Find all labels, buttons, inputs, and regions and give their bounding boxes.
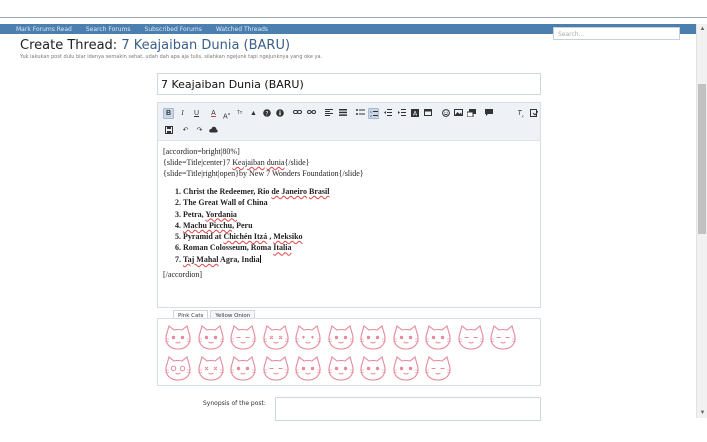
list-item: The Great Wall of China: [183, 197, 533, 208]
bold-icon[interactable]: B: [163, 108, 174, 119]
warning-icon[interactable]: ▲: [248, 108, 259, 119]
slide-line-1: {slide=Title|center}7 Keajaiban dunia{/s…: [163, 158, 310, 167]
spellcheck-icon[interactable]: [528, 108, 539, 119]
synopsis-input[interactable]: [275, 397, 541, 421]
scroll-up-icon[interactable]: ▲: [697, 24, 707, 34]
italic-icon[interactable]: I: [177, 108, 188, 119]
nav-link-subscribed[interactable]: Subscribed Forums: [145, 26, 202, 33]
page-title: Create Thread: 7 Keajaiban Dunia (BARU): [20, 38, 290, 53]
page: { "navbar": { "links": ["Mark Forums Rea…: [0, 0, 707, 442]
cat-smiley-icon[interactable]: [262, 356, 290, 382]
cat-smiley-icon[interactable]: [489, 325, 517, 351]
list-item: Roman Colosseum, Roma Italia: [183, 242, 533, 253]
cat-smiley-icon[interactable]: [457, 325, 485, 351]
cat-smiley-icon[interactable]: [197, 325, 225, 351]
numbered-list-icon[interactable]: 12: [368, 108, 379, 119]
cat-smiley-icon[interactable]: [392, 325, 420, 351]
forum-search-input[interactable]: Search...: [553, 27, 680, 40]
page-title-prefix: Create Thread:: [20, 38, 118, 53]
underline-icon[interactable]: U: [191, 108, 202, 119]
cat-smiley-icon[interactable]: [327, 356, 355, 382]
cat-smiley-icon[interactable]: [424, 325, 452, 351]
list-item: Machu Picchu, Peru: [183, 220, 533, 231]
indent-icon[interactable]: [396, 108, 407, 119]
help-icon[interactable]: ?: [261, 108, 272, 119]
svg-text:2: 2: [370, 114, 372, 117]
nav-link-mark-read[interactable]: Mark Forums Read: [16, 26, 72, 33]
image-icon[interactable]: [453, 108, 464, 119]
scroll-down-icon[interactable]: ▼: [697, 408, 707, 418]
align-left-icon[interactable]: [323, 108, 334, 119]
media-icon[interactable]: [466, 108, 477, 119]
cat-smiley-icon[interactable]: [229, 356, 257, 382]
font-family-icon[interactable]: Tт: [234, 108, 245, 119]
cat-smiley-icon[interactable]: [197, 356, 225, 382]
nav-link-watched[interactable]: Watched Threads: [216, 26, 268, 33]
window-top-line: [0, 17, 707, 18]
smiley-icon[interactable]: [440, 108, 451, 119]
unlink-icon[interactable]: [306, 108, 317, 119]
list-item: Christ the Redeemer, Rio de Janeiro Bras…: [183, 186, 533, 197]
cat-smiley-icon[interactable]: [294, 325, 322, 351]
link-icon[interactable]: [292, 108, 303, 119]
list-item: Pyramid at Chichén Itzá , Meksiko: [183, 231, 533, 242]
remove-format-icon[interactable]: Tx: [515, 108, 526, 119]
cloud-icon[interactable]: [208, 125, 219, 136]
cat-smiley-icon[interactable]: [229, 325, 257, 351]
font-box-icon[interactable]: A: [409, 108, 420, 119]
bullet-list-icon[interactable]: [355, 108, 366, 119]
redo-icon[interactable]: ↷: [194, 125, 205, 136]
font-size-icon[interactable]: Aa: [221, 108, 232, 120]
cat-smiley-icon[interactable]: [294, 356, 322, 382]
cat-smiley-icon[interactable]: [359, 325, 387, 351]
info-icon[interactable]: [274, 108, 285, 119]
undo-icon[interactable]: ↶: [180, 125, 191, 136]
align-justify-icon[interactable]: [337, 108, 348, 119]
list-item: Taj Mahal Agra, India: [183, 254, 533, 265]
cat-smiley-icon[interactable]: [164, 325, 192, 351]
cat-smiley-icon[interactable]: [359, 356, 387, 382]
slide-line-2: {slide=Title|right|open}by New 7 Wonders…: [163, 169, 364, 178]
svg-text:?: ?: [265, 110, 268, 117]
quote-icon[interactable]: [483, 108, 494, 119]
font-color-icon[interactable]: A: [208, 108, 219, 119]
synopsis-label: Synopsis of the post:: [203, 400, 266, 407]
nav-link-search-forums[interactable]: Search Forums: [86, 26, 131, 33]
scroll-thumb[interactable]: [698, 84, 706, 234]
editor-content[interactable]: [accordion=bright|80%] {slide=Title|cent…: [163, 146, 533, 280]
cat-smiley-icon[interactable]: [164, 356, 192, 382]
text-caret: [259, 254, 261, 263]
cat-smiley-icon[interactable]: [327, 325, 355, 351]
editor-toolbar: B I U A Aa Tт ▲ ? 1 2 A Tx ↶ ↷: [158, 103, 540, 141]
cat-smiley-icon[interactable]: [424, 356, 452, 382]
save-icon[interactable]: [163, 125, 174, 136]
wonders-list: Christ the Redeemer, Rio de Janeiro Bras…: [163, 186, 533, 265]
accordion-close-tag: [/accordion]: [163, 270, 203, 280]
page-title-thread-name: 7 Keajaiban Dunia (BARU): [121, 38, 291, 53]
page-description: Yuk lakukan post dulu biar idenya semaki…: [20, 54, 323, 60]
outdent-icon[interactable]: [382, 108, 393, 119]
table-icon[interactable]: [422, 108, 433, 119]
page-scrollbar[interactable]: ▲ ▼: [696, 24, 707, 418]
cat-smiley-icon[interactable]: [392, 356, 420, 382]
accordion-open-tag: [accordion=bright|80%]: [163, 147, 240, 156]
rich-text-editor[interactable]: B I U A Aa Tт ▲ ? 1 2 A Tx ↶ ↷ [accordio…: [157, 102, 541, 308]
cat-smiley-icon[interactable]: [262, 325, 290, 351]
smilie-panel: [157, 318, 541, 386]
thread-title-input[interactable]: 7 Keajaiban Dunia (BARU): [157, 73, 541, 95]
list-item: Petra, Yordania: [183, 209, 533, 220]
